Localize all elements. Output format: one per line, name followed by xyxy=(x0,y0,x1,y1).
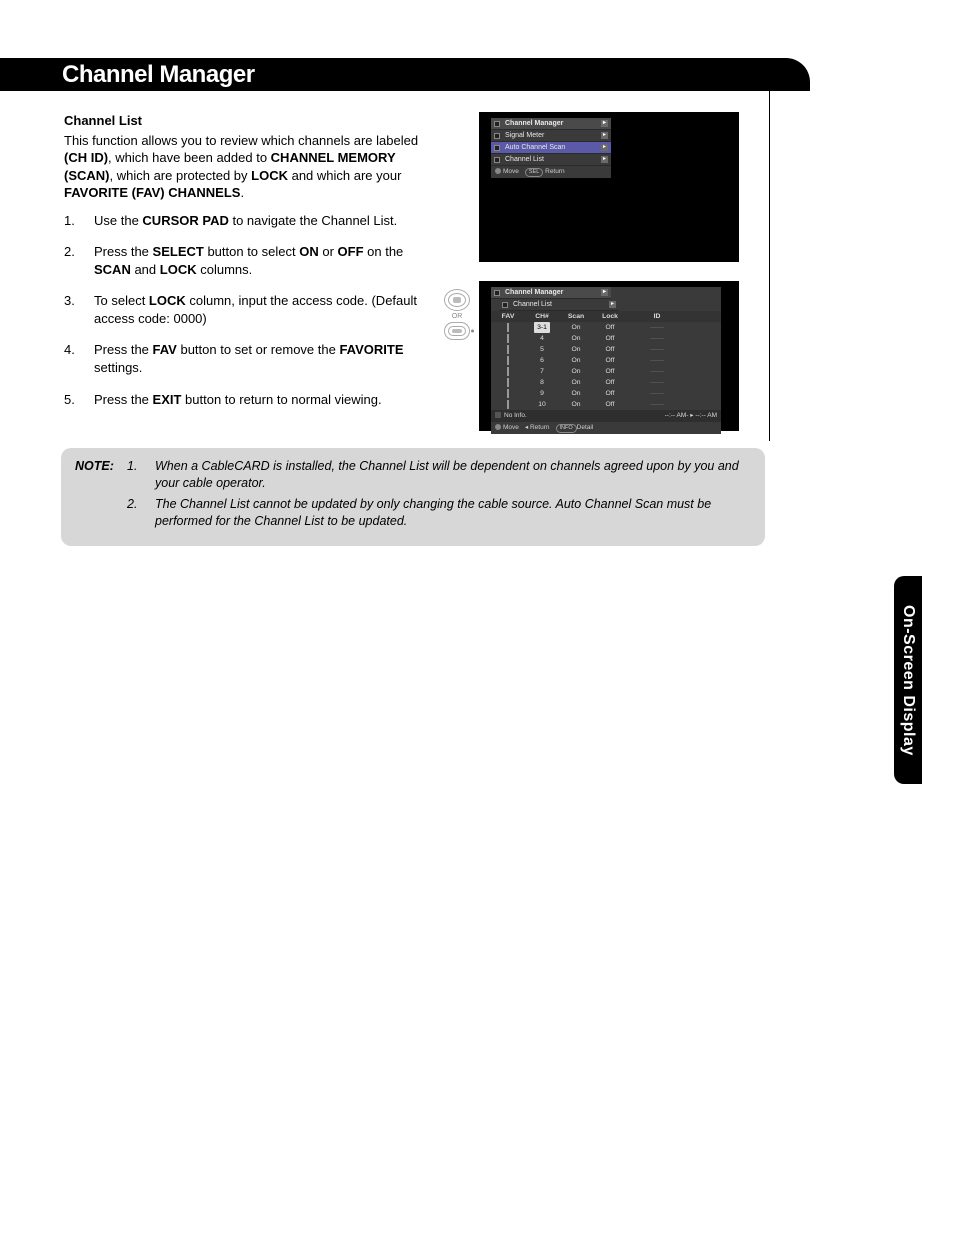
table-row: 4OnOff------ xyxy=(491,333,721,344)
osd-breadcrumb: Channel Manager▸ xyxy=(491,287,611,299)
table-row: 7OnOff------ xyxy=(491,366,721,377)
osd-menu-item: Signal Meter▸ xyxy=(491,130,611,142)
body-text: Channel List This function allows you to… xyxy=(64,112,432,422)
table-row: 9OnOff------ xyxy=(491,388,721,399)
osd-channel-list-screenshot: Channel Manager▸ Channel List▸ FAVCH#Sca… xyxy=(479,281,739,431)
page-title-bar: Channel Manager xyxy=(0,58,810,91)
steps-list: 1.Use the CURSOR PAD to navigate the Cha… xyxy=(64,212,432,408)
osd-hint-row: MoveSEL Return xyxy=(491,166,611,178)
osd-menu-title: Channel Manager▸ xyxy=(491,118,611,130)
step-item: 1.Use the CURSOR PAD to navigate the Cha… xyxy=(64,212,432,230)
table-row: 3-1OnOff------ xyxy=(491,322,721,333)
osd-breadcrumb: Channel List▸ xyxy=(499,299,619,311)
osd-menu-box: Channel Manager▸ Signal Meter▸ Auto Chan… xyxy=(491,118,611,178)
side-tab: On-Screen Display xyxy=(894,576,922,784)
step-item: 4.Press the FAV button to set or remove … xyxy=(64,341,432,376)
table-row: 6OnOff------ xyxy=(491,355,721,366)
remote-cursor-icon xyxy=(444,322,470,340)
note-item: NOTE: 1. When a CableCARD is installed, … xyxy=(75,458,751,492)
section-heading: Channel List xyxy=(64,112,432,130)
remote-button-icons: OR xyxy=(441,287,473,342)
osd-menu-screenshot: Channel Manager▸ Signal Meter▸ Auto Chan… xyxy=(479,112,739,262)
remote-select-icon xyxy=(444,289,470,311)
page-title: Channel Manager xyxy=(62,61,255,89)
table-row: 8OnOff------ xyxy=(491,377,721,388)
note-box: NOTE: 1. When a CableCARD is installed, … xyxy=(61,448,765,546)
note-item: 2. The Channel List cannot be updated by… xyxy=(75,496,751,530)
osd-hint-row: Move ◂ Return INFODetail xyxy=(491,422,721,434)
intro-paragraph: This function allows you to review which… xyxy=(64,132,432,202)
info-row: No Info. --:-- AM- ▸ --:-- AM xyxy=(491,410,721,422)
osd-channel-list-box: Channel Manager▸ Channel List▸ FAVCH#Sca… xyxy=(491,287,721,434)
table-header: FAVCH#ScanLockID xyxy=(491,311,721,322)
table-row: 10OnOff------ xyxy=(491,399,721,410)
osd-menu-item: Auto Channel Scan▸ xyxy=(491,142,611,154)
step-item: 2.Press the SELECT button to select ON o… xyxy=(64,243,432,278)
divider xyxy=(769,91,770,441)
channel-table: FAVCH#ScanLockID 3-1OnOff------4OnOff---… xyxy=(491,311,721,410)
table-row: 5OnOff------ xyxy=(491,344,721,355)
step-item: 5.Press the EXIT button to return to nor… xyxy=(64,391,432,409)
or-label: OR xyxy=(441,313,473,320)
osd-menu-item: Channel List▸ xyxy=(491,154,611,166)
step-item: 3.To select LOCK column, input the acces… xyxy=(64,292,432,327)
